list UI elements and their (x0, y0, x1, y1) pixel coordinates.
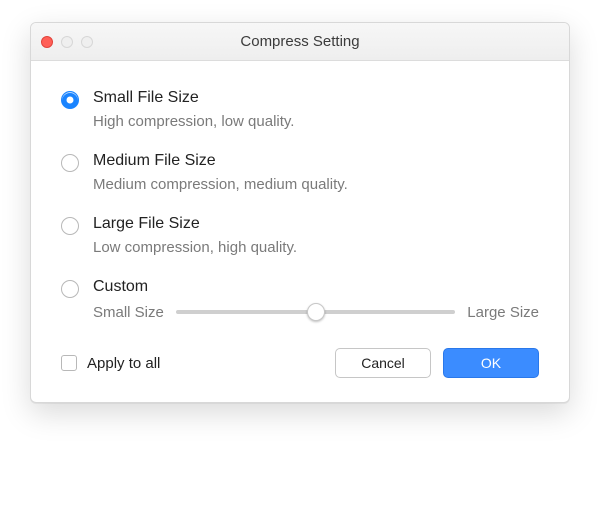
option-large-file-size[interactable]: Large File Size Low compression, high qu… (61, 215, 539, 256)
slider-max-label: Large Size (467, 304, 539, 321)
close-icon[interactable] (41, 36, 53, 48)
titlebar: Compress Setting (31, 23, 569, 61)
slider-thumb-icon[interactable] (307, 303, 325, 321)
option-title: Medium File Size (93, 152, 539, 170)
radio-icon[interactable] (61, 154, 79, 172)
slider-min-label: Small Size (93, 304, 164, 321)
option-text: Small File Size High compression, low qu… (93, 89, 539, 130)
option-description: Medium compression, medium quality. (93, 176, 539, 193)
option-title: Large File Size (93, 215, 539, 233)
option-title: Custom (93, 278, 539, 296)
option-text: Large File Size Low compression, high qu… (93, 215, 539, 256)
dialog-footer: Apply to all Cancel OK (61, 348, 539, 378)
option-text: Medium File Size Medium compression, med… (93, 152, 539, 193)
compress-settings-window: Compress Setting Small File Size High co… (30, 22, 570, 403)
minimize-icon[interactable] (61, 36, 73, 48)
size-slider[interactable] (176, 302, 455, 322)
option-title: Small File Size (93, 89, 539, 107)
maximize-icon[interactable] (81, 36, 93, 48)
radio-icon[interactable] (61, 217, 79, 235)
window-controls (41, 36, 93, 48)
window-title: Compress Setting (240, 33, 359, 50)
option-medium-file-size[interactable]: Medium File Size Medium compression, med… (61, 152, 539, 193)
option-custom[interactable]: Custom Small Size Large Size (61, 278, 539, 322)
custom-slider-row: Small Size Large Size (93, 302, 539, 322)
apply-to-all-checkbox[interactable] (61, 355, 77, 371)
ok-button[interactable]: OK (443, 348, 539, 378)
apply-to-all-label: Apply to all (87, 355, 160, 372)
option-description: Low compression, high quality. (93, 239, 539, 256)
radio-icon[interactable] (61, 280, 79, 298)
option-description: High compression, low quality. (93, 113, 539, 130)
option-small-file-size[interactable]: Small File Size High compression, low qu… (61, 89, 539, 130)
radio-icon[interactable] (61, 91, 79, 109)
cancel-button[interactable]: Cancel (335, 348, 431, 378)
dialog-content: Small File Size High compression, low qu… (31, 61, 569, 402)
option-text: Custom Small Size Large Size (93, 278, 539, 322)
